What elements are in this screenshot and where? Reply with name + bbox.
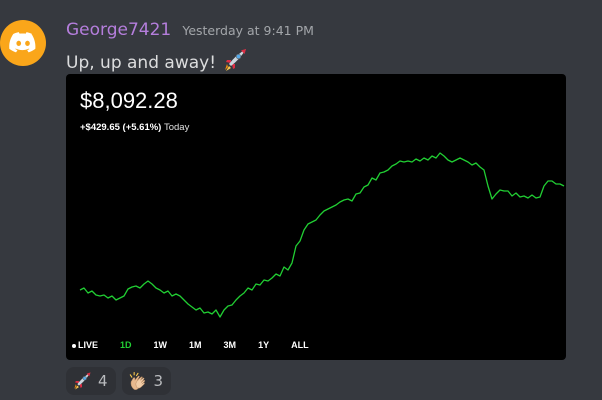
message-header: George7421 Yesterday at 9:41 PM	[66, 20, 314, 40]
avatar[interactable]	[0, 20, 46, 66]
reactions-bar: 4 3	[66, 367, 177, 395]
author-name[interactable]: George7421	[66, 20, 171, 40]
range-1d[interactable]: 1D	[120, 340, 132, 350]
rocket-icon	[72, 371, 92, 391]
discord-logo-icon	[9, 32, 36, 53]
reaction-count: 3	[153, 372, 164, 390]
time-range-selector: LIVE 1D 1W 1M 3M 1Y ALL	[72, 340, 331, 350]
message-timestamp[interactable]: Yesterday at 9:41 PM	[182, 23, 314, 38]
live-dot-icon	[72, 343, 76, 348]
rocket-icon	[225, 49, 247, 71]
price-line	[79, 152, 565, 318]
reaction-rocket[interactable]: 4	[66, 367, 116, 395]
range-1m[interactable]: 1M	[189, 340, 202, 350]
range-1w[interactable]: 1W	[154, 340, 168, 350]
price-line-chart	[79, 152, 565, 318]
clapping-hands-icon	[128, 371, 148, 391]
range-3m[interactable]: 3M	[224, 340, 237, 350]
stock-embed[interactable]: $8,092.28 +$429.65 (+5.61%) Today LIVE 1…	[66, 74, 566, 360]
range-1y[interactable]: 1Y	[258, 340, 269, 350]
reaction-clap[interactable]: 3	[121, 367, 172, 395]
range-live[interactable]: LIVE	[72, 340, 98, 350]
reaction-count: 4	[98, 372, 108, 390]
range-all[interactable]: ALL	[291, 340, 309, 350]
message-text: Up, up and away!	[66, 52, 217, 73]
